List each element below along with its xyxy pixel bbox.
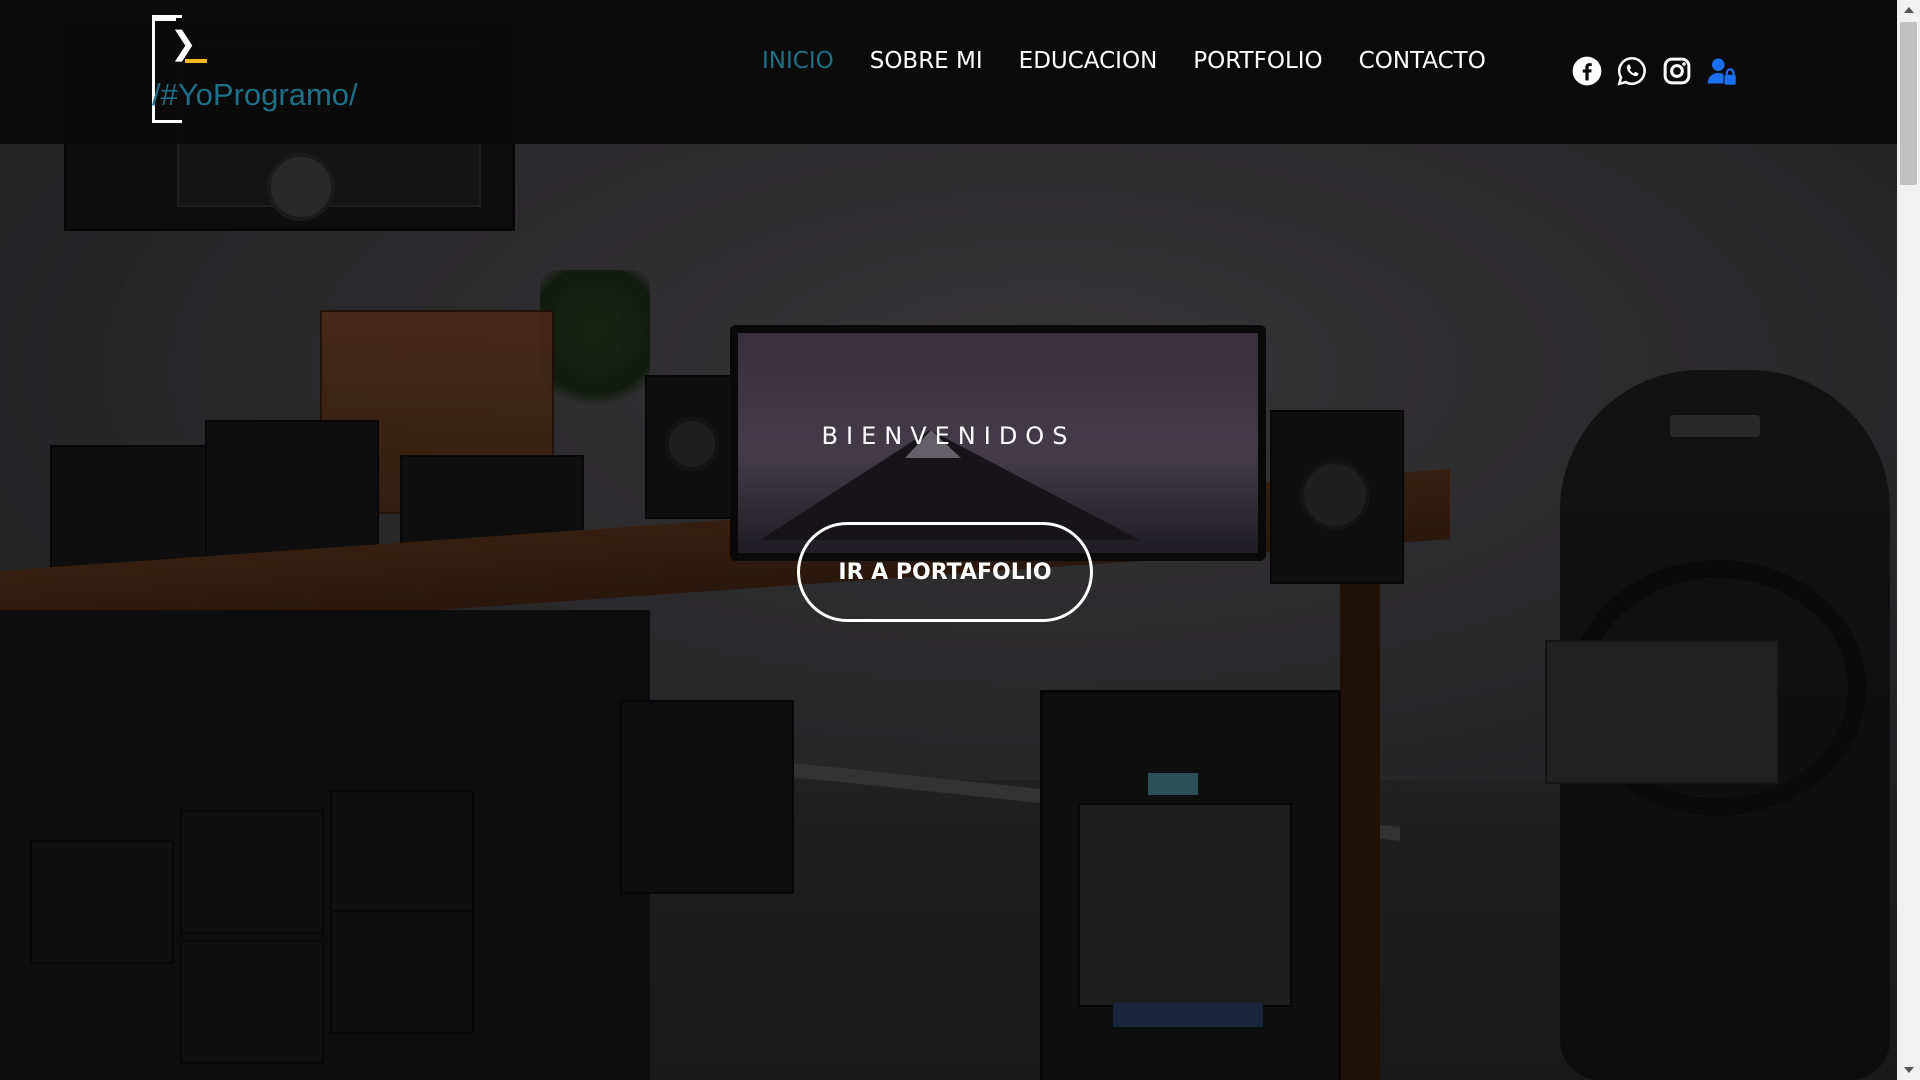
site-header: ❯ /#YoProgramo/ INICIO SOBRE MI EDUCACIO…	[0, 0, 1897, 144]
nav-item-educacion[interactable]: EDUCACION	[1019, 44, 1158, 78]
nav-item-inicio[interactable]: INICIO	[762, 44, 834, 78]
terminal-cursor-icon	[185, 59, 207, 63]
whatsapp-icon[interactable]	[1617, 56, 1647, 86]
nav-item-contacto[interactable]: CONTACTO	[1359, 44, 1486, 78]
social-links	[1572, 56, 1752, 86]
nav-item-portfolio[interactable]: PORTFOLIO	[1193, 44, 1322, 78]
hero-welcome-text: BIENVENIDOS	[821, 422, 1076, 450]
scroll-up-arrow-icon[interactable]	[1897, 0, 1920, 20]
facebook-icon[interactable]	[1572, 56, 1602, 86]
terminal-chevron-icon: ❯	[170, 24, 197, 62]
vertical-scrollbar[interactable]	[1897, 0, 1920, 1080]
scrollbar-thumb[interactable]	[1900, 22, 1917, 185]
go-to-portfolio-button[interactable]: IR A PORTAFOLIO	[797, 522, 1093, 622]
main-nav: INICIO SOBRE MI EDUCACION PORTFOLIO CONT…	[762, 44, 1522, 78]
instagram-icon[interactable]	[1662, 56, 1692, 86]
nav-item-sobre-mi[interactable]: SOBRE MI	[870, 44, 983, 78]
page: ❯ /#YoProgramo/ INICIO SOBRE MI EDUCACIO…	[0, 0, 1920, 1080]
user-lock-icon[interactable]	[1707, 56, 1737, 86]
brand-name: /#YoProgramo/	[152, 77, 358, 112]
site-logo[interactable]: ❯ /#YoProgramo/	[152, 15, 452, 130]
scroll-down-arrow-icon[interactable]	[1897, 1060, 1920, 1080]
